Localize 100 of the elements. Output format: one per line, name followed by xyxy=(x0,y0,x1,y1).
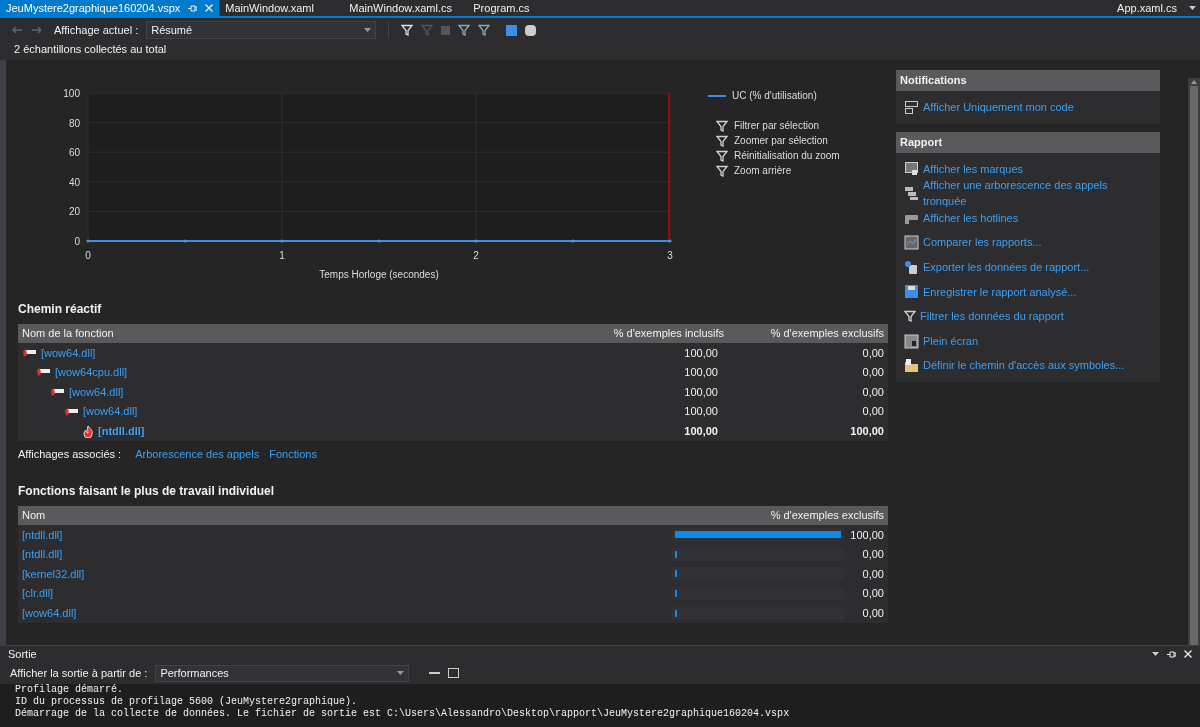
function-link[interactable]: [wow64.dll] xyxy=(41,344,96,362)
panel-title: Sortie xyxy=(8,646,38,662)
table-cell-text: 100,00 xyxy=(683,345,719,361)
y-tick-label: 0 xyxy=(74,236,80,247)
function-link[interactable]: [wow64.dll] xyxy=(83,403,138,420)
compare-chart-icon xyxy=(904,235,919,251)
table-cell-text: 100,00 xyxy=(683,365,719,381)
y-tick-label: 20 xyxy=(68,206,80,218)
legend-label: UC (% d'utilisation) xyxy=(732,89,817,103)
panel-header: Notifications xyxy=(896,70,1160,91)
document-tab[interactable]: App.xaml.cs xyxy=(1105,0,1189,16)
related-views-label: Affichages associés : xyxy=(18,446,122,462)
function-link[interactable]: [clr.dll] xyxy=(22,585,672,602)
view-label: Affichage actuel : xyxy=(54,22,139,38)
x-tick-label: 0 xyxy=(85,250,91,261)
function-link[interactable]: [kernel32.dll] xyxy=(22,565,672,583)
chart-command[interactable]: Réinitialisation du zoom xyxy=(716,148,840,163)
table-cell-text: 100,00 xyxy=(683,384,719,400)
folder-icon xyxy=(904,358,919,374)
function-link[interactable]: [ntdll.dll] xyxy=(22,546,672,563)
output-source-dropdown[interactable]: Performances xyxy=(155,664,410,682)
view-dropdown[interactable]: Résumé xyxy=(146,21,377,39)
section-title: Chemin réactif xyxy=(18,301,103,318)
forward-arrow-icon[interactable] xyxy=(31,26,42,34)
x-tick-label: 3 xyxy=(667,250,673,261)
column-header[interactable]: Nom xyxy=(22,507,724,524)
panel-header: Rapport xyxy=(896,131,1160,153)
dropdown-caret-icon[interactable] xyxy=(364,28,372,32)
close-icon[interactable] xyxy=(1184,650,1192,658)
filter-icon xyxy=(904,310,916,323)
window-icon xyxy=(904,333,919,349)
function-link[interactable]: [wow64.dll] xyxy=(69,383,124,401)
related-view-link[interactable]: Arborescence des appels xyxy=(135,445,260,463)
x-tick-label: 1 xyxy=(279,250,285,261)
filter-icon xyxy=(421,24,434,36)
back-arrow-icon[interactable] xyxy=(12,26,23,34)
table-cell-text: 0,00 xyxy=(861,384,884,400)
function-link[interactable]: [ntdll.dll] xyxy=(22,526,672,543)
save-icon[interactable] xyxy=(506,24,518,36)
related-view-link[interactable]: Fonctions xyxy=(269,445,317,463)
column-header[interactable]: % d'exemples exclusifs xyxy=(724,507,884,524)
y-tick-label: 60 xyxy=(68,147,80,159)
scroll-up-arrow-icon[interactable] xyxy=(1188,78,1200,86)
output-line: ID du processus de profilage 5600 (JeuMystere2graphique). xyxy=(15,696,359,708)
chart-command[interactable]: Zoomer par sélection xyxy=(716,133,840,148)
x-tick-label: 2 xyxy=(473,250,479,261)
tree-icon xyxy=(904,186,919,201)
panel-link[interactable]: Afficher Uniquement mon code xyxy=(896,95,1160,120)
pin-icon[interactable] xyxy=(1167,650,1176,658)
panel-link[interactable]: Afficher les marques xyxy=(896,156,1160,182)
x-axis-title: Temps Horloge (secondes) xyxy=(319,269,439,280)
save-icon xyxy=(904,284,919,300)
output-line: Profilage démarré. xyxy=(15,684,125,696)
scrollbar[interactable] xyxy=(1188,78,1200,645)
panel-link[interactable]: Enregistrer le rapport analysé... xyxy=(896,279,1160,305)
table-cell-text: 0,00 xyxy=(861,365,884,381)
panel-link[interactable]: Comparer les rapports... xyxy=(896,230,1160,255)
panel-link[interactable]: Définir le chemin d'accès aux symboles... xyxy=(896,353,1160,378)
y-tick-label: 100 xyxy=(63,88,80,99)
filter-icon xyxy=(478,24,491,36)
panel-link[interactable]: Afficher une arborescence des appels tronquée xyxy=(896,181,1160,206)
filter-icon xyxy=(716,119,728,132)
dropdown-caret-icon[interactable] xyxy=(1152,652,1159,656)
table-cell-text: 100,00 xyxy=(683,404,719,420)
document-tab[interactable]: MainWindow.xaml xyxy=(219,0,344,16)
dropdown-caret-icon[interactable] xyxy=(397,671,405,675)
sample-count-text: 2 échantillons collectés au total xyxy=(13,42,168,57)
output-source-label: Afficher la sortie à partir de : xyxy=(10,665,148,681)
function-link[interactable]: [wow64.dll] xyxy=(22,604,672,622)
function-link[interactable]: [wow64cpu.dll] xyxy=(55,364,128,381)
table-cell-text: 0,00 xyxy=(861,566,884,582)
function-link[interactable]: [ntdll.dll] xyxy=(98,422,145,440)
panel-link[interactable]: Exporter les données de rapport... xyxy=(896,254,1160,280)
chart-command[interactable]: Zoom arrière xyxy=(716,163,840,178)
y-tick-label: 40 xyxy=(68,176,80,188)
filter-icon xyxy=(716,164,728,177)
document-tab[interactable]: MainWindow.xaml.cs xyxy=(343,0,468,16)
layout-icon xyxy=(904,99,919,115)
panel-link[interactable]: Filtrer les données du rapport xyxy=(896,304,1160,329)
y-tick-label: 80 xyxy=(68,117,80,129)
chart-command[interactable]: Filtrer par sélection xyxy=(716,118,840,133)
section-title: Fonctions faisant le plus de travail individuel xyxy=(18,482,276,500)
chart-icon xyxy=(904,161,919,177)
legend-line xyxy=(708,94,726,97)
column-header[interactable]: % d'exemples exclusifs xyxy=(724,325,884,342)
document-tab[interactable]: Program.cs xyxy=(467,0,592,16)
column-header[interactable]: % d'exemples inclusifs xyxy=(564,325,724,342)
dropdown-caret-icon[interactable] xyxy=(1189,6,1196,10)
table-cell-text: 0,00 xyxy=(861,586,884,602)
filter-icon xyxy=(401,24,414,36)
table-cell-text: 0,00 xyxy=(861,345,884,361)
filter-icon xyxy=(716,149,728,162)
filter-icon xyxy=(458,24,471,36)
panel-link[interactable]: Plein écran xyxy=(896,328,1160,354)
table-cell-text: 0,00 xyxy=(861,605,884,621)
table-cell-text: 0,00 xyxy=(861,547,884,563)
output-line: Démarrage de la collecte de données. Le fichier de sortie est C:\Users\Alessandro\Desktop\rapport\JeuMystere2graphique160204.vspx xyxy=(15,708,791,720)
table-cell-text: 100,00 xyxy=(849,527,884,543)
flame-icon xyxy=(82,424,94,438)
column-header[interactable]: Nom de la fonction xyxy=(22,325,564,342)
